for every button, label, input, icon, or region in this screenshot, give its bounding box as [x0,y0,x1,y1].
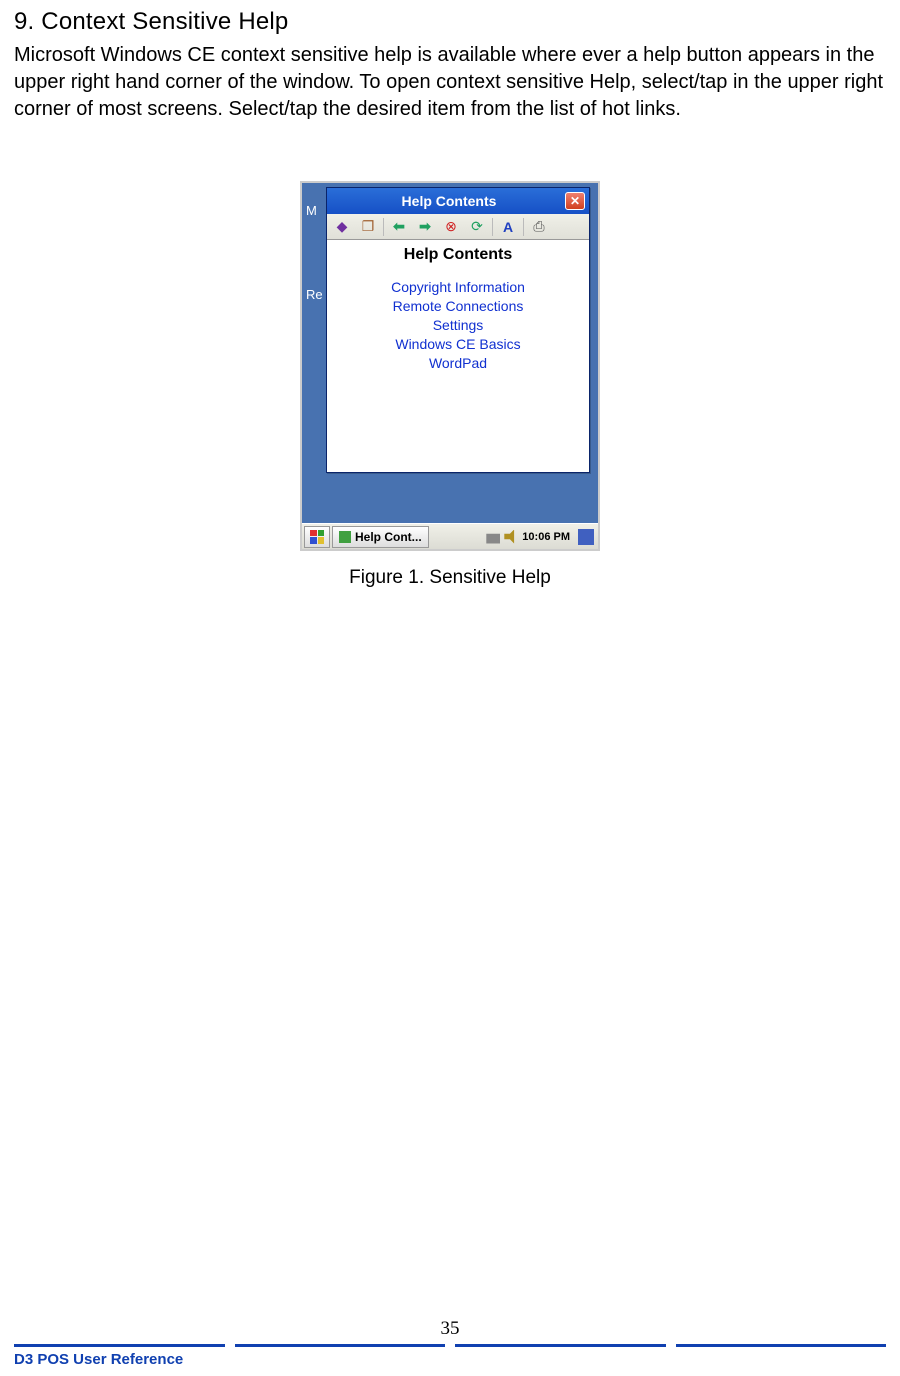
windows-flag-icon [310,530,324,544]
font-icon[interactable]: A [497,217,519,237]
stop-icon[interactable]: ⊗ [440,217,462,237]
separator [492,218,493,236]
start-button[interactable] [304,526,330,548]
taskbar-app-label: Help Cont... [355,530,422,544]
figure-caption: Figure 1. Sensitive Help [14,567,886,589]
app-icon [339,531,351,543]
help-link[interactable]: Remote Connections [335,297,581,316]
keyboard-icon[interactable] [486,530,500,544]
contents-icon[interactable]: ❐ [357,217,379,237]
help-link[interactable]: Copyright Information [335,278,581,297]
system-tray: 10:06 PM [482,529,598,545]
help-link[interactable]: Settings [335,316,581,335]
close-button[interactable]: ✕ [565,192,585,210]
refresh-icon[interactable]: ⟳ [466,217,488,237]
desktop-area: M Re Help Contents ✕ ◆ ❐ ⬅ ➡ [302,183,598,523]
titlebar-text: Help Contents [331,193,565,209]
titlebar: Help Contents ✕ [327,188,589,214]
desktop-label-m: M [306,203,317,218]
help-body-title: Help Contents [335,246,581,264]
help-link[interactable]: Windows CE Basics [335,335,581,354]
taskbar-app-button[interactable]: Help Cont... [332,526,429,548]
print-icon[interactable]: ⎙ [528,217,550,237]
page-footer: 35 D3 POS User Reference [0,1318,900,1376]
toolbar: ◆ ❐ ⬅ ➡ ⊗ ⟳ A ⎙ [327,214,589,240]
footer-title: D3 POS User Reference [14,1351,886,1368]
back-icon[interactable]: ⬅ [388,217,410,237]
book-icon[interactable]: ◆ [331,217,353,237]
help-window: Help Contents ✕ ◆ ❐ ⬅ ➡ ⊗ ⟳ [326,187,590,473]
desktop-label-re: Re [306,287,323,302]
taskbar: Help Cont... 10:06 PM [302,523,598,549]
show-desktop-icon[interactable] [578,529,594,545]
section-heading: 9. Context Sensitive Help [14,8,886,36]
section-paragraph: Microsoft Windows CE context sensitive h… [14,42,886,123]
close-icon: ✕ [570,195,580,207]
separator [383,218,384,236]
forward-icon[interactable]: ➡ [414,217,436,237]
help-link[interactable]: WordPad [335,354,581,373]
clock: 10:06 PM [522,531,570,543]
separator [523,218,524,236]
page-number: 35 [14,1318,886,1340]
volume-icon[interactable] [504,530,518,544]
help-body: Help Contents Copyright Information Remo… [327,240,589,472]
device-screenshot: M Re Help Contents ✕ ◆ ❐ ⬅ ➡ [300,181,600,551]
figure: M Re Help Contents ✕ ◆ ❐ ⬅ ➡ [14,181,886,589]
footer-rule [14,1344,886,1347]
